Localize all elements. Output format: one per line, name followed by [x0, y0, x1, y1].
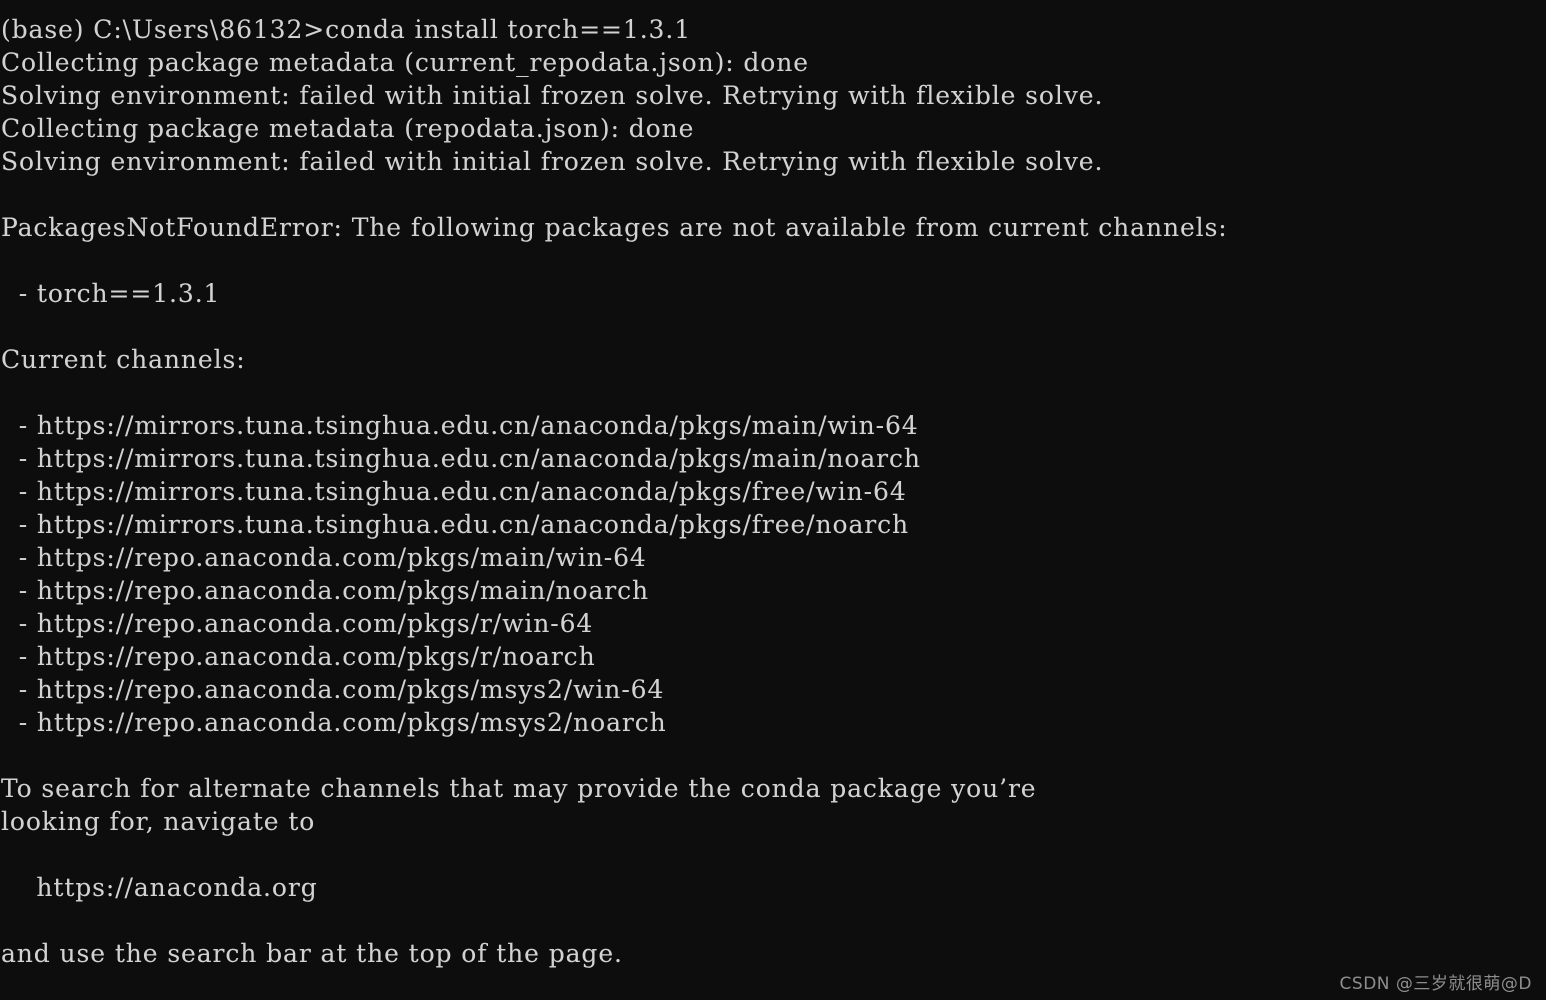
- terminal-line: - https://repo.anaconda.com/pkgs/main/no…: [1, 576, 650, 605]
- terminal-line: Collecting package metadata (repodata.js…: [1, 114, 695, 143]
- terminal-line: - https://repo.anaconda.com/pkgs/msys2/w…: [1, 675, 665, 704]
- terminal-line: To search for alternate channels that ma…: [1, 774, 1037, 803]
- terminal-line: Current channels:: [1, 345, 246, 374]
- terminal-line: Solving environment: failed with initial…: [1, 147, 1104, 176]
- terminal-window[interactable]: (base) C:\Users\86132>conda install torc…: [0, 0, 1546, 1000]
- terminal-line: - https://mirrors.tuna.tsinghua.edu.cn/a…: [1, 477, 907, 506]
- terminal-line: looking for, navigate to: [1, 807, 316, 836]
- terminal-line: - https://repo.anaconda.com/pkgs/r/win-6…: [1, 609, 594, 638]
- terminal-line: - https://mirrors.tuna.tsinghua.edu.cn/a…: [1, 411, 919, 440]
- terminal-line: - https://repo.anaconda.com/pkgs/r/noarc…: [1, 642, 596, 671]
- terminal-line: https://anaconda.org: [1, 873, 318, 902]
- terminal-line: - https://repo.anaconda.com/pkgs/main/wi…: [1, 543, 647, 572]
- terminal-line: - https://mirrors.tuna.tsinghua.edu.cn/a…: [1, 444, 921, 473]
- csdn-watermark: CSDN @三岁就很萌@D: [1339, 974, 1532, 994]
- terminal-line: - https://mirrors.tuna.tsinghua.edu.cn/a…: [1, 510, 909, 539]
- terminal-line: and use the search bar at the top of the…: [1, 939, 623, 968]
- terminal-line: PackagesNotFoundError: The following pac…: [1, 213, 1228, 242]
- terminal-line: - https://repo.anaconda.com/pkgs/msys2/n…: [1, 708, 667, 737]
- terminal-line: Collecting package metadata (current_rep…: [1, 48, 809, 77]
- terminal-line: Solving environment: failed with initial…: [1, 81, 1104, 110]
- terminal-line: (base) C:\Users\86132>conda install torc…: [1, 15, 692, 44]
- terminal-line: - torch==1.3.1: [1, 279, 221, 308]
